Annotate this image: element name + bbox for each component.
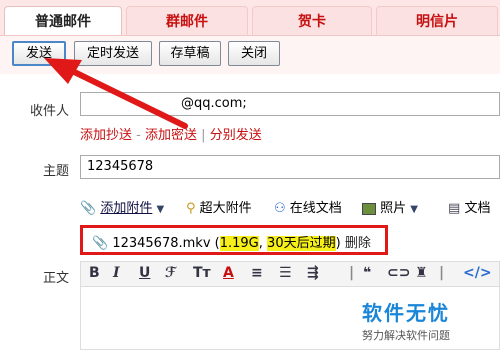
annotation-arrow <box>44 58 188 129</box>
